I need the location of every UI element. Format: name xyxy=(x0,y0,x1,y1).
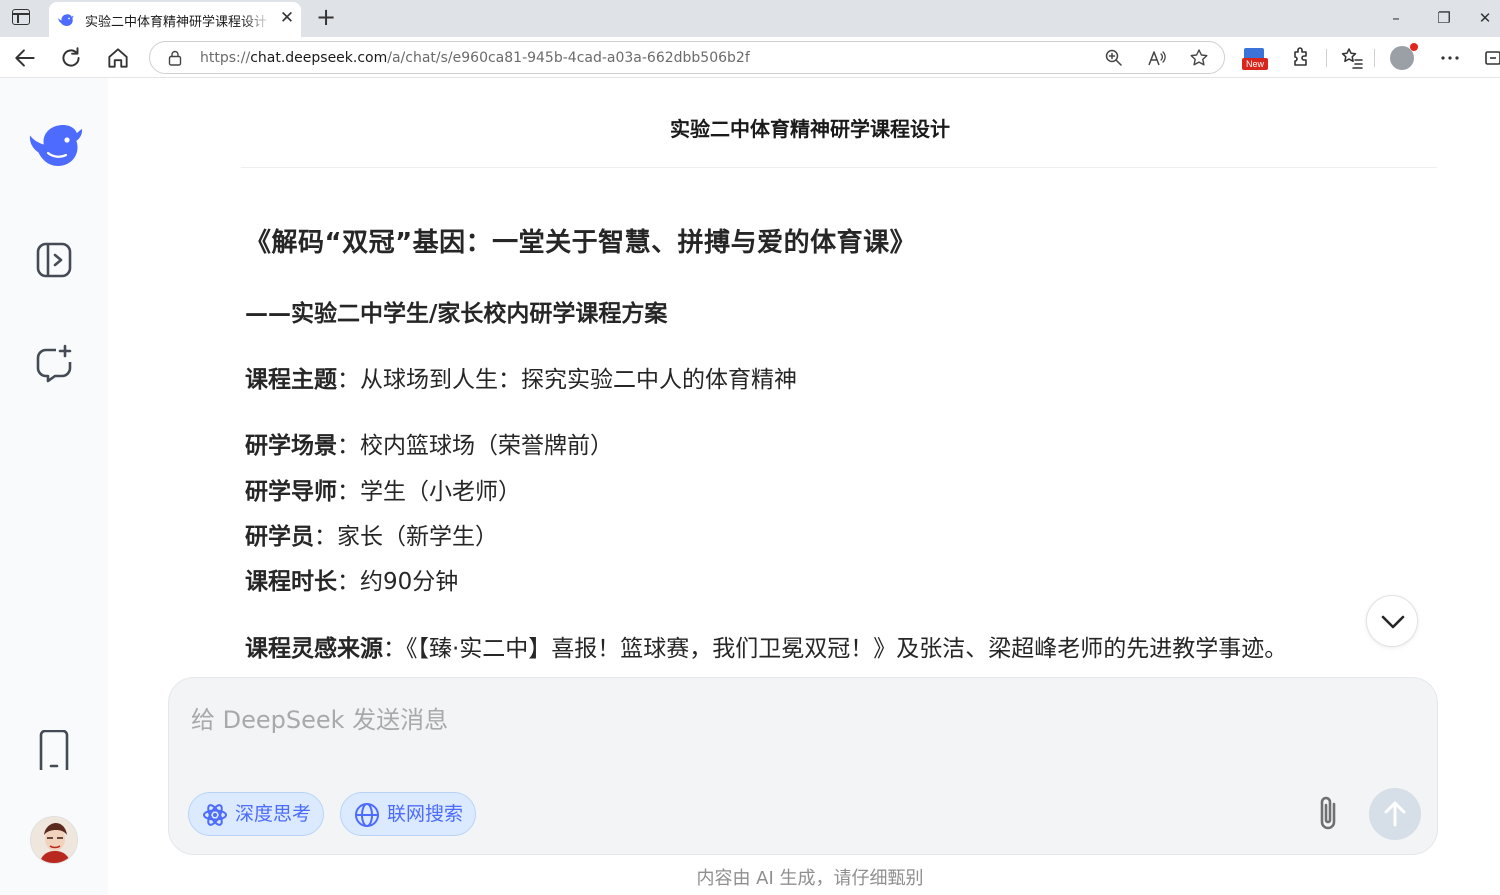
deep-think-label: 深度思考 xyxy=(235,803,312,825)
favorite-star-icon[interactable] xyxy=(1189,48,1209,68)
title-divider xyxy=(241,167,1437,168)
restore-button[interactable]: ❐ xyxy=(1432,6,1456,30)
message-input[interactable] xyxy=(191,700,1291,740)
web-search-label: 联网搜索 xyxy=(387,803,464,825)
send-button[interactable] xyxy=(1369,788,1421,840)
course-subheading: ——实验二中学生/家长校内研学课程方案 xyxy=(245,301,668,327)
toolbar-separator xyxy=(1374,49,1375,67)
course-inspiration-row: 课程灵感来源：《【臻·实二中】喜报！篮球赛，我们卫冕双冠！》及张洁、梁超峰老师的… xyxy=(245,636,1288,662)
profile-avatar[interactable] xyxy=(1390,43,1418,70)
paperclip-icon[interactable] xyxy=(1312,792,1346,836)
course-heading: 《解码“双冠”基因：一堂关于智慧、拼搏与爱的体育课》 xyxy=(245,228,917,258)
study-scene-row: 研学场景：校内篮球场（荣誉牌前） xyxy=(245,433,613,459)
scroll-to-bottom-button[interactable] xyxy=(1366,595,1418,647)
chevron-down-icon xyxy=(1381,615,1405,629)
browser-tab-active[interactable]: 实验二中体育精神研学课程设计 - DeepSeek ✕ xyxy=(49,2,301,37)
ai-disclaimer: 内容由 AI 生成，请仔细甄别 xyxy=(696,868,924,889)
tab-title: 实验二中体育精神研学课程设计 - DeepSeek xyxy=(85,15,271,30)
zoom-icon[interactable] xyxy=(1104,48,1124,68)
atom-icon xyxy=(203,804,227,826)
new-tab-button[interactable]: + xyxy=(312,3,340,31)
lock-icon[interactable] xyxy=(168,50,182,66)
study-member-row: 研学员：家长（新学生） xyxy=(245,524,498,550)
arrow-up-icon xyxy=(1384,801,1406,827)
browser-tab-bar: 实验二中体育精神研学课程设计 - DeepSeek ✕ + – ❐ ✕ xyxy=(0,0,1500,37)
favorites-list-icon[interactable] xyxy=(1340,46,1364,70)
back-arrow-icon[interactable] xyxy=(12,45,38,71)
url-text[interactable]: https://chat.deepseek.com/a/chat/s/e960c… xyxy=(200,50,750,66)
course-theme-row: 课程主题：从球场到人生：探究实验二中人的体育精神 xyxy=(245,367,797,393)
expand-sidebar-icon[interactable] xyxy=(34,240,74,280)
message-composer: 深度思考 联网搜索 xyxy=(168,677,1438,855)
home-icon[interactable] xyxy=(105,45,131,71)
close-window-button[interactable]: ✕ xyxy=(1473,6,1497,30)
read-aloud-icon[interactable] xyxy=(1147,48,1167,68)
assistant-message: 《解码“双冠”基因：一堂关于智慧、拼搏与爱的体育课》 ——实验二中学生/家长校内… xyxy=(245,222,1435,672)
user-avatar[interactable] xyxy=(30,816,78,864)
app-sidebar xyxy=(0,78,108,895)
new-extension-badge[interactable]: New xyxy=(1242,48,1268,72)
chat-title: 实验二中体育精神研学课程设计 xyxy=(670,117,950,141)
tab-close-icon[interactable]: ✕ xyxy=(277,7,297,29)
user-portrait-icon xyxy=(31,817,77,863)
toolbar-separator xyxy=(1326,49,1327,67)
address-bar[interactable]: https://chat.deepseek.com/a/chat/s/e960c… xyxy=(149,41,1225,74)
deep-think-toggle[interactable]: 深度思考 xyxy=(188,792,324,836)
minimize-button[interactable]: – xyxy=(1384,6,1408,30)
extensions-puzzle-icon[interactable] xyxy=(1289,46,1313,70)
mobile-app-icon[interactable] xyxy=(34,730,74,770)
study-mentor-row: 研学导师：学生（小老师） xyxy=(245,479,521,505)
more-menu-icon[interactable] xyxy=(1438,46,1462,70)
course-duration-row: 课程时长：约90分钟 xyxy=(245,569,459,595)
new-chat-icon[interactable] xyxy=(34,344,74,384)
globe-icon xyxy=(355,803,379,827)
web-search-toggle[interactable]: 联网搜索 xyxy=(340,792,476,836)
tab-actions-icon[interactable] xyxy=(12,9,30,25)
refresh-icon[interactable] xyxy=(58,45,84,71)
sidebar-toggle-icon[interactable] xyxy=(1484,46,1500,70)
deepseek-favicon-icon xyxy=(58,14,74,26)
deepseek-logo-icon[interactable] xyxy=(26,123,84,169)
browser-toolbar: https://chat.deepseek.com/a/chat/s/e960c… xyxy=(0,37,1500,78)
